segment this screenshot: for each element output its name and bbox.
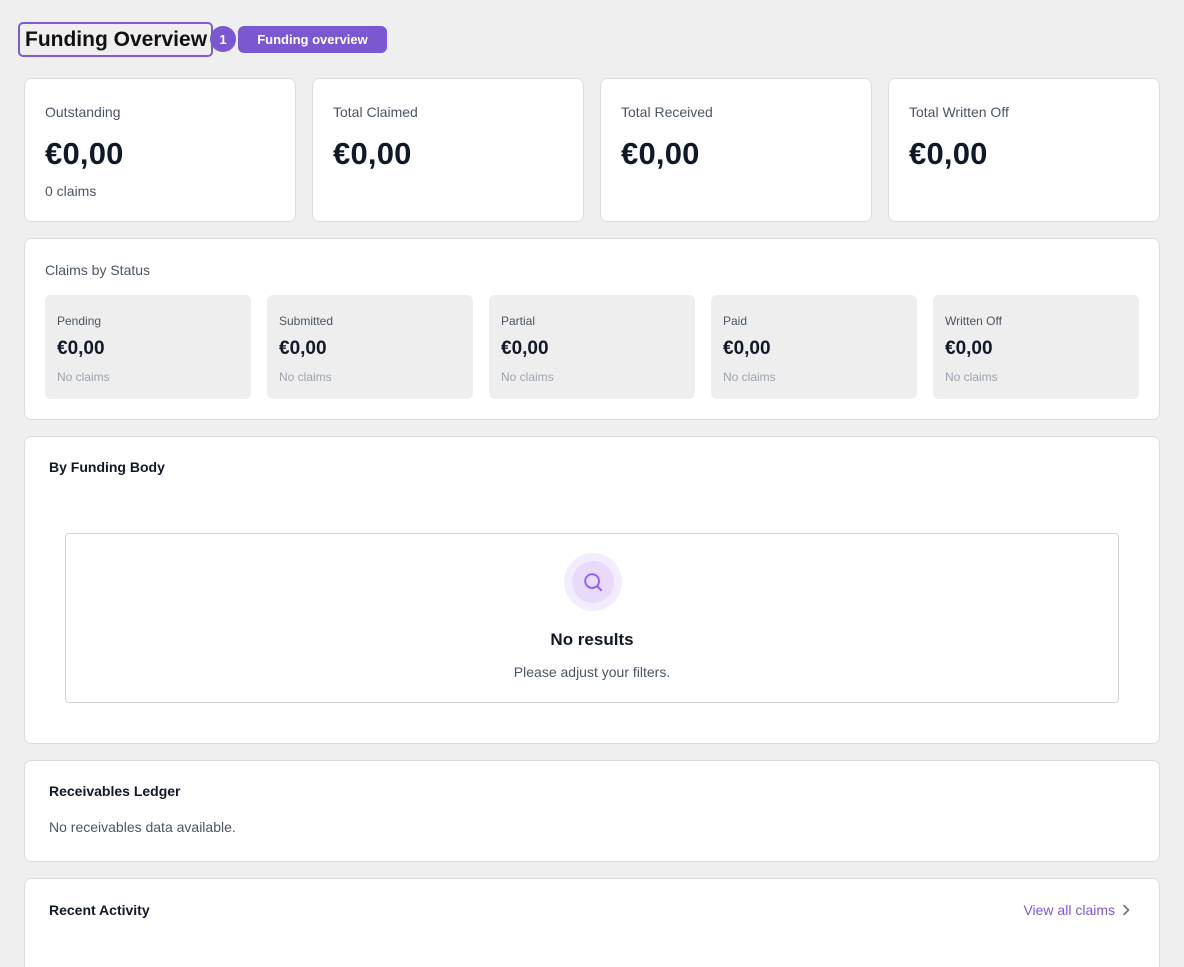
- status-value: €0,00: [57, 338, 105, 359]
- status-tile-partial: Partial €0,00 No claims: [489, 295, 695, 399]
- funding-overview-page: Funding Overview 1 Funding overview Outs…: [0, 0, 1184, 967]
- status-label: Partial: [501, 314, 536, 328]
- empty-state-subtitle: Please adjust your filters.: [513, 664, 671, 680]
- status-value: €0,00: [945, 338, 993, 359]
- status-label: Paid: [723, 314, 748, 328]
- stat-label: Total Received: [621, 104, 713, 120]
- stat-subtext: 0 claims: [45, 183, 97, 199]
- status-tile-paid: Paid €0,00 No claims: [711, 295, 917, 399]
- empty-state: No results Please adjust your filters.: [65, 533, 1119, 703]
- receivables-ledger-card: Receivables Ledger No receivables data a…: [24, 760, 1160, 862]
- status-tile-written-off: Written Off €0,00 No claims: [933, 295, 1139, 399]
- status-subtext: No claims: [945, 370, 998, 384]
- stat-card-total-claimed: Total Claimed €0,00: [312, 78, 584, 222]
- status-subtext: No claims: [723, 370, 776, 384]
- by-funding-body-card: By Funding Body No results Please adjust…: [24, 436, 1160, 744]
- status-value: €0,00: [723, 338, 771, 359]
- stat-label: Total Claimed: [333, 104, 418, 120]
- status-label: Submitted: [279, 314, 334, 328]
- ledger-empty-text: No receivables data available.: [49, 819, 236, 835]
- section-title: Claims by Status: [45, 262, 151, 278]
- status-label: Pending: [57, 314, 102, 328]
- view-all-claims-label: View all claims: [1023, 902, 1115, 918]
- stat-card-outstanding: Outstanding €0,00 0 claims: [24, 78, 296, 222]
- status-label: Written Off: [945, 314, 1002, 328]
- section-title: By Funding Body: [49, 459, 165, 475]
- status-tile-submitted: Submitted €0,00 No claims: [267, 295, 473, 399]
- section-title: Recent Activity: [49, 902, 150, 918]
- search-icon: [584, 573, 603, 592]
- status-subtext: No claims: [57, 370, 110, 384]
- view-all-claims-link[interactable]: View all claims: [1023, 902, 1131, 918]
- chevron-right-icon: [1123, 904, 1130, 916]
- empty-state-icon-wrapper: [564, 553, 622, 611]
- claims-by-status-card: Claims by Status Pending €0,00 No claims…: [24, 238, 1160, 420]
- step-number-badge: 1: [210, 26, 236, 52]
- page-title: Funding Overview: [18, 22, 214, 57]
- status-value: €0,00: [279, 338, 327, 359]
- page-header: Funding Overview 1 Funding overview: [18, 22, 387, 57]
- stat-value: €0,00: [333, 136, 412, 171]
- status-subtext: No claims: [501, 370, 554, 384]
- recent-activity-card: Recent Activity View all claims: [24, 878, 1160, 967]
- status-tile-pending: Pending €0,00 No claims: [45, 295, 251, 399]
- stat-value: €0,00: [621, 136, 700, 171]
- empty-state-title: No results: [550, 630, 634, 649]
- stat-value: €0,00: [909, 136, 988, 171]
- stat-card-total-received: Total Received €0,00: [600, 78, 872, 222]
- step-label-badge: Funding overview: [238, 26, 387, 53]
- stat-card-total-written-off: Total Written Off €0,00: [888, 78, 1160, 222]
- status-subtext: No claims: [279, 370, 332, 384]
- section-title: Receivables Ledger: [49, 783, 181, 799]
- stat-label: Outstanding: [45, 104, 121, 120]
- stat-label: Total Written Off: [909, 104, 1009, 120]
- stat-value: €0,00: [45, 136, 124, 171]
- status-value: €0,00: [501, 338, 549, 359]
